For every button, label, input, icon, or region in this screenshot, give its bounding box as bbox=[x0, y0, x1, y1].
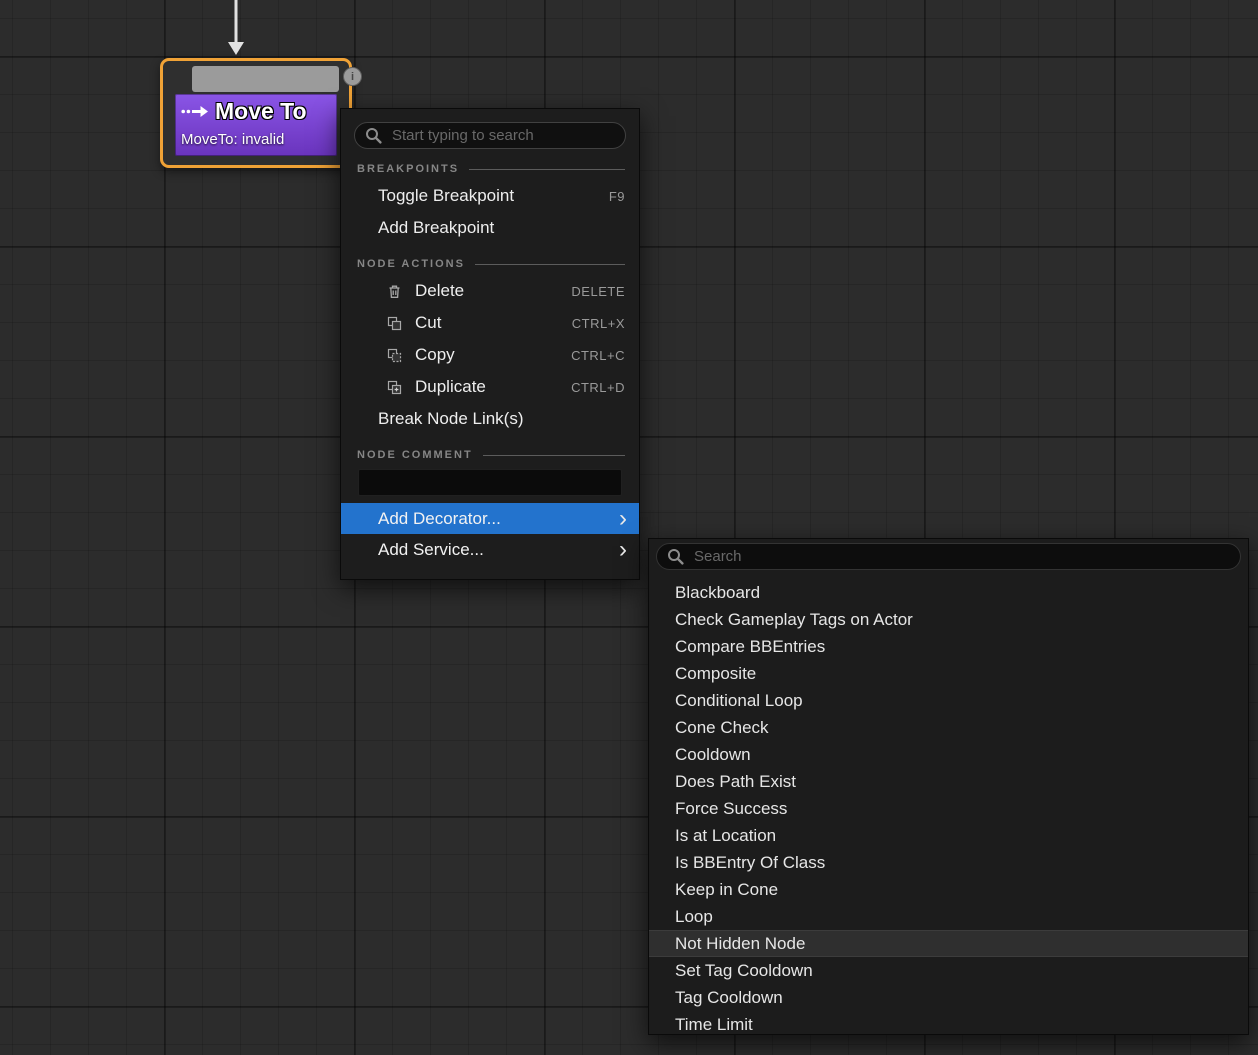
shortcut-label: DELETE bbox=[571, 284, 625, 299]
info-icon bbox=[343, 67, 362, 86]
shortcut-label: CTRL+X bbox=[572, 316, 625, 331]
shortcut-label: CTRL+D bbox=[571, 380, 625, 395]
decorator-item-loop[interactable]: Loop bbox=[649, 903, 1248, 930]
cut-icon bbox=[385, 316, 403, 331]
decorator-item-not-hidden-node[interactable]: Not Hidden Node bbox=[649, 930, 1248, 957]
copy-icon bbox=[385, 348, 403, 363]
section-divider bbox=[469, 169, 625, 170]
node-connection-arrow bbox=[222, 0, 252, 60]
decorator-item-composite[interactable]: Composite bbox=[649, 660, 1248, 687]
menu-item-toggle-breakpoint[interactable]: Toggle Breakpoint F9 bbox=[341, 180, 639, 212]
decorator-item-is-bbentry-of-class[interactable]: Is BBEntry Of Class bbox=[649, 849, 1248, 876]
decorator-item-compare-bbentries[interactable]: Compare BBEntries bbox=[649, 633, 1248, 660]
move-to-arrow-icon bbox=[181, 105, 209, 118]
decorator-item-is-at-location[interactable]: Is at Location bbox=[649, 822, 1248, 849]
node-comment-input[interactable] bbox=[358, 469, 622, 496]
duplicate-icon bbox=[385, 380, 403, 395]
menu-item-add-service[interactable]: Add Service... bbox=[341, 534, 639, 565]
section-header-breakpoints: BREAKPOINTS bbox=[357, 163, 625, 175]
decorator-item-force-success[interactable]: Force Success bbox=[649, 795, 1248, 822]
node-comment-bubble bbox=[192, 66, 339, 92]
context-menu-search-box[interactable] bbox=[354, 122, 626, 149]
context-menu-search-input[interactable] bbox=[390, 126, 615, 145]
decorator-item-time-limit[interactable]: Time Limit bbox=[649, 1011, 1248, 1035]
decorator-search-box[interactable] bbox=[656, 543, 1241, 570]
menu-item-copy[interactable]: Copy CTRL+C bbox=[341, 339, 639, 371]
decorator-item-check-gameplay-tags[interactable]: Check Gameplay Tags on Actor bbox=[649, 606, 1248, 633]
add-decorator-submenu: Blackboard Check Gameplay Tags on Actor … bbox=[648, 538, 1249, 1035]
decorator-item-keep-in-cone[interactable]: Keep in Cone bbox=[649, 876, 1248, 903]
section-divider bbox=[475, 264, 625, 265]
chevron-right-icon bbox=[619, 538, 627, 562]
section-header-node-actions: NODE ACTIONS bbox=[357, 258, 625, 270]
decorator-item-cone-check[interactable]: Cone Check bbox=[649, 714, 1248, 741]
menu-item-add-breakpoint[interactable]: Add Breakpoint bbox=[341, 212, 639, 244]
menu-item-break-node-links[interactable]: Break Node Link(s) bbox=[341, 403, 639, 435]
search-icon bbox=[365, 127, 382, 144]
menu-item-cut[interactable]: Cut CTRL+X bbox=[341, 307, 639, 339]
shortcut-label: CTRL+C bbox=[571, 348, 625, 363]
behavior-tree-node-move-to[interactable]: Move To MoveTo: invalid bbox=[160, 58, 352, 168]
section-divider bbox=[483, 455, 625, 456]
node-body: Move To MoveTo: invalid bbox=[175, 94, 337, 156]
decorator-item-cooldown[interactable]: Cooldown bbox=[649, 741, 1248, 768]
menu-item-add-decorator[interactable]: Add Decorator... bbox=[341, 503, 639, 534]
section-header-node-comment: NODE COMMENT bbox=[357, 449, 625, 461]
chevron-right-icon bbox=[619, 507, 627, 531]
decorator-list: Blackboard Check Gameplay Tags on Actor … bbox=[649, 579, 1248, 1035]
node-subtitle: MoveTo: invalid bbox=[175, 128, 337, 152]
decorator-item-blackboard[interactable]: Blackboard bbox=[649, 579, 1248, 606]
decorator-item-tag-cooldown[interactable]: Tag Cooldown bbox=[649, 984, 1248, 1011]
decorator-item-set-tag-cooldown[interactable]: Set Tag Cooldown bbox=[649, 957, 1248, 984]
menu-item-duplicate[interactable]: Duplicate CTRL+D bbox=[341, 371, 639, 403]
search-icon bbox=[667, 548, 684, 565]
decorator-item-does-path-exist[interactable]: Does Path Exist bbox=[649, 768, 1248, 795]
node-context-menu: BREAKPOINTS Toggle Breakpoint F9 Add Bre… bbox=[340, 108, 640, 580]
menu-item-delete[interactable]: Delete DELETE bbox=[341, 275, 639, 307]
node-title: Move To bbox=[215, 98, 307, 125]
decorator-search-input[interactable] bbox=[692, 547, 1230, 566]
trash-icon bbox=[385, 284, 403, 299]
decorator-item-conditional-loop[interactable]: Conditional Loop bbox=[649, 687, 1248, 714]
shortcut-label: F9 bbox=[609, 189, 625, 204]
